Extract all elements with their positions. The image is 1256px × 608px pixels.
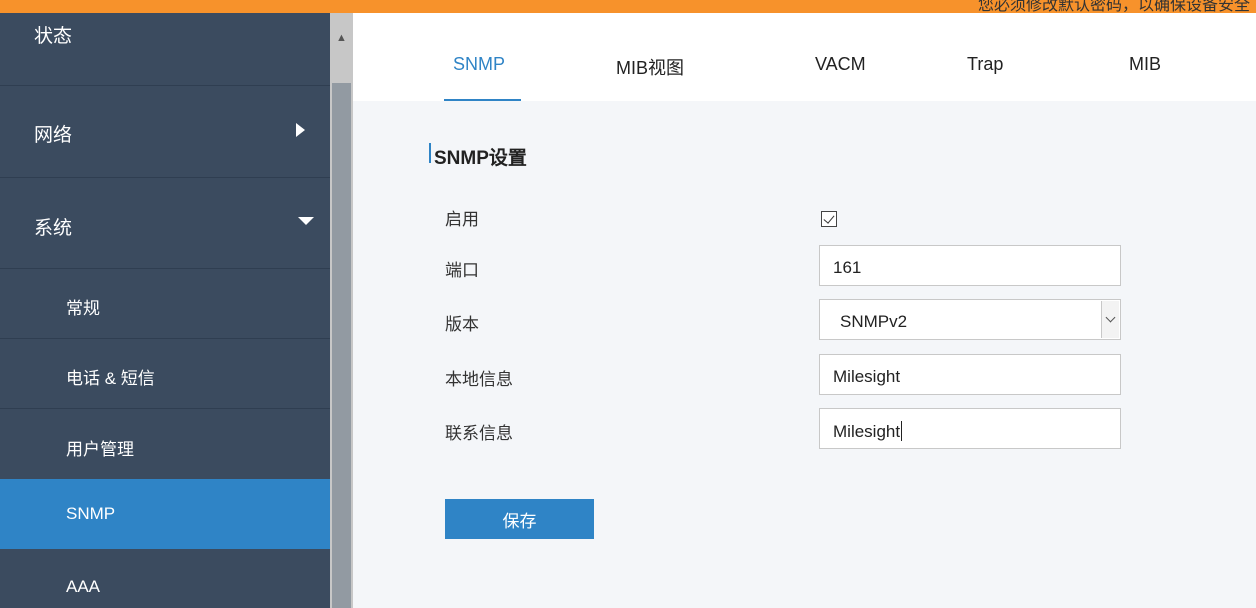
sidebar-item-system[interactable]: 系统 [0,178,330,268]
tab-mib-view[interactable]: MIB视图 [616,54,684,80]
sidebar-item-label: SNMP [66,504,116,523]
section-accent-bar [429,143,431,163]
location-value: Milesight [833,367,901,386]
port-label: 端口 [445,261,479,280]
sidebar-item-status[interactable]: 状态 [0,13,330,85]
chevron-right-icon [296,123,305,137]
sidebar-item-label: 常规 [66,299,100,318]
version-value: SNMPv2 [840,312,908,331]
tab-mib[interactable]: MIB [1129,54,1161,75]
notification-text: 您必须修改默认密码，以确保设备安全 [977,0,1250,13]
sidebar-item-general[interactable]: 常规 [0,269,330,338]
version-label: 版本 [445,315,479,334]
tab-trap[interactable]: Trap [967,54,1003,75]
main-content: SNMP设置 启用 端口 161 版本 SNMPv2 本地信息 Milesigh… [353,101,1256,608]
sidebar-scrollbar[interactable]: ▲ [330,13,353,608]
sidebar-item-snmp[interactable]: SNMP [0,479,330,549]
notification-bar: 您必须修改默认密码，以确保设备安全 [0,0,1256,13]
sidebar-item-label: 网络 [34,125,73,146]
sidebar-item-label: AAA [66,577,101,596]
contact-label: 联系信息 [445,424,513,443]
scrollbar-thumb[interactable] [332,83,351,608]
contact-value: Milesight [833,422,901,441]
sidebar-item-network[interactable]: 网络 [0,86,330,177]
chevron-down-icon [298,217,314,225]
sidebar-item-phone-sms[interactable]: 电话 & 短信 [0,339,330,408]
sidebar-item-label: 系统 [34,218,73,239]
tab-bar: SNMP MIB视图 VACM Trap MIB [353,13,1256,101]
sidebar-item-user-management[interactable]: 用户管理 [0,409,330,478]
text-cursor [901,421,903,441]
sidebar-item-label: 用户管理 [66,440,134,459]
tab-vacm[interactable]: VACM [815,54,866,75]
sidebar-item-label: 状态 [34,26,73,47]
location-input[interactable]: Milesight [819,354,1121,395]
sidebar: 状态 网络 系统 常规 电话 & 短信 用户管理 SNMP AAA [0,13,330,608]
location-label: 本地信息 [445,370,513,389]
scroll-up-icon[interactable]: ▲ [330,31,353,45]
enable-checkbox[interactable] [821,211,837,227]
sidebar-item-label: 电话 & 短信 [66,369,155,388]
section-title: SNMP设置 [434,148,527,169]
sidebar-item-aaa[interactable]: AAA [0,549,330,608]
enable-label: 启用 [445,210,479,229]
port-input[interactable]: 161 [819,245,1121,286]
chevron-down-icon[interactable] [1101,301,1119,338]
port-value: 161 [833,258,862,277]
contact-input[interactable]: Milesight [819,408,1121,449]
version-select[interactable]: SNMPv2 [819,299,1121,340]
save-button[interactable]: 保存 [445,499,594,539]
tab-snmp[interactable]: SNMP [453,54,505,75]
